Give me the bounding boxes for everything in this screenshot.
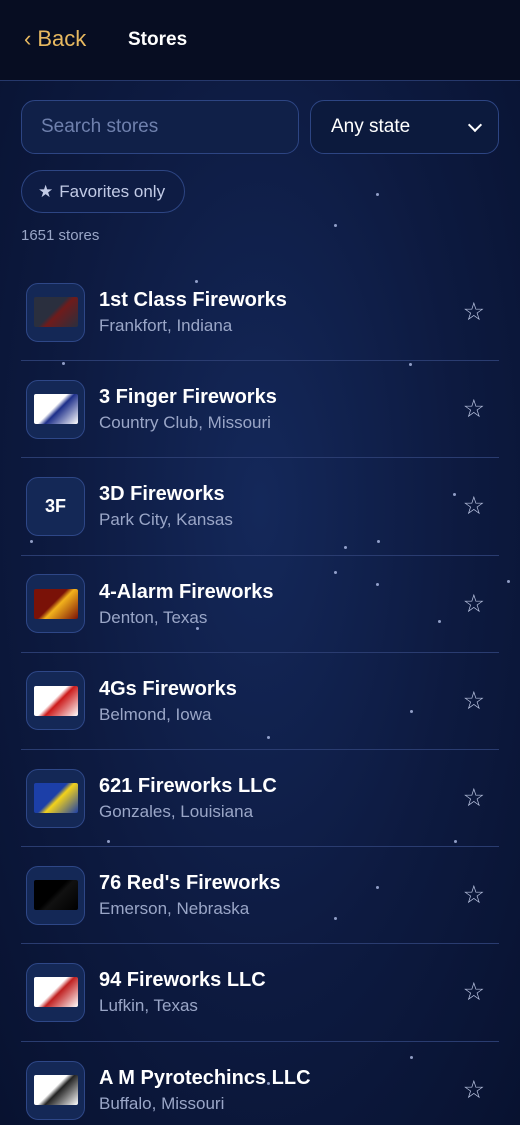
store-text: 76 Red's Fireworks Emerson, Nebraska (99, 871, 463, 919)
back-button[interactable]: ‹ Back (24, 26, 86, 52)
store-initials: 3F (44, 495, 66, 516)
chevron-down-icon (467, 117, 483, 132)
favorites-only-toggle[interactable]: ★ Favorites only (21, 170, 185, 213)
store-location: Park City, Kansas (99, 510, 233, 530)
search-input[interactable] (21, 100, 299, 154)
store-logo (26, 768, 85, 828)
store-text: 4Gs Fireworks Belmond, Iowa (99, 677, 463, 725)
store-location: Frankfort, Indiana (99, 316, 233, 336)
store-logo (26, 282, 85, 342)
store-logo (26, 574, 85, 634)
store-logo (26, 379, 85, 439)
store-location: Belmond, Iowa (99, 704, 212, 724)
store-location: Lufkin, Texas (99, 996, 198, 1016)
store-logo-image (33, 783, 78, 814)
favorite-star-icon[interactable]: ☆ (463, 589, 485, 619)
store-text: 4-Alarm Fireworks Denton, Texas (99, 580, 463, 628)
top-bar: ‹ Back Stores (0, 0, 520, 81)
store-logo-image (33, 977, 78, 1008)
store-name: 94 Fireworks LLC (99, 969, 266, 992)
store-logo-image (33, 1075, 78, 1106)
store-text: 3D Fireworks Park City, Kansas (99, 482, 463, 530)
store-row[interactable]: 76 Red's Fireworks Emerson, Nebraska ☆ (21, 847, 499, 945)
store-name: 3 Finger Fireworks (99, 386, 277, 409)
favorite-star-icon[interactable]: ☆ (463, 297, 485, 327)
store-name: 76 Red's Fireworks (99, 872, 281, 895)
favorite-star-icon[interactable]: ☆ (463, 491, 485, 521)
store-row[interactable]: 1st Class Fireworks Frankfort, Indiana ☆ (21, 264, 499, 362)
favorite-star-icon[interactable]: ☆ (463, 880, 485, 910)
back-label: Back (37, 26, 87, 51)
store-row[interactable]: 3F 3D Fireworks Park City, Kansas ☆ (21, 458, 499, 556)
store-count: 1651 stores (21, 227, 100, 244)
store-logo-image (33, 297, 78, 328)
store-logo (26, 1060, 85, 1120)
store-name: A M Pyrotechincs LLC (99, 1067, 311, 1090)
store-row[interactable]: 4Gs Fireworks Belmond, Iowa ☆ (21, 653, 499, 750)
store-name: 621 Fireworks LLC (99, 775, 277, 798)
store-logo-image (33, 685, 78, 716)
store-text: 1st Class Fireworks Frankfort, Indiana (99, 288, 463, 336)
favorite-star-icon[interactable]: ☆ (463, 394, 485, 424)
store-location: Emerson, Nebraska (99, 899, 250, 919)
store-name: 4Gs Fireworks (99, 677, 237, 700)
store-logo: 3F (26, 476, 85, 536)
store-logo (26, 865, 85, 925)
store-row[interactable]: 94 Fireworks LLC Lufkin, Texas ☆ (21, 944, 499, 1042)
store-logo (26, 671, 85, 731)
store-location: Buffalo, Missouri (99, 1094, 225, 1114)
store-row[interactable]: 3 Finger Fireworks Country Club, Missouri… (21, 361, 499, 459)
page-title: Stores (128, 29, 188, 50)
store-location: Denton, Texas (99, 607, 208, 627)
favorite-star-icon[interactable]: ☆ (463, 783, 485, 813)
state-select-value: Any state (331, 116, 411, 137)
store-name: 1st Class Fireworks (99, 289, 287, 312)
store-logo-image (33, 588, 78, 619)
store-text: 94 Fireworks LLC Lufkin, Texas (99, 968, 463, 1016)
store-logo-image (33, 880, 78, 911)
filter-controls: Any state (0, 81, 520, 154)
store-name: 3D Fireworks (99, 483, 225, 506)
store-row[interactable]: A M Pyrotechincs LLC Buffalo, Missouri ☆ (21, 1042, 499, 1125)
store-list: 1st Class Fireworks Frankfort, Indiana ☆ 3 … (0, 264, 520, 1125)
store-location: Country Club, Missouri (99, 413, 271, 433)
app-screen: ‹ Back Stores Any state ★ Favorites only… (0, 0, 520, 1125)
favorites-only-label: Favorites only (59, 181, 166, 201)
store-text: 3 Finger Fireworks Country Club, Missouri (99, 385, 463, 433)
store-name: 4-Alarm Fireworks (99, 580, 274, 603)
store-text: A M Pyrotechincs LLC Buffalo, Missouri (99, 1066, 463, 1114)
favorite-star-icon[interactable]: ☆ (463, 1075, 485, 1105)
favorite-star-icon[interactable]: ☆ (463, 686, 485, 716)
favorite-star-icon[interactable]: ☆ (463, 977, 485, 1007)
state-select[interactable]: Any state (310, 100, 499, 154)
store-logo (26, 962, 85, 1022)
store-logo-image (33, 394, 78, 425)
store-text: 621 Fireworks LLC Gonzales, Louisiana (99, 774, 463, 822)
store-location: Gonzales, Louisiana (99, 802, 254, 822)
store-row[interactable]: 4-Alarm Fireworks Denton, Texas ☆ (21, 556, 499, 653)
store-row[interactable]: 621 Fireworks LLC Gonzales, Louisiana ☆ (21, 750, 499, 848)
chevron-left-icon: ‹ (24, 26, 32, 51)
star-filled-icon: ★ (38, 181, 54, 201)
